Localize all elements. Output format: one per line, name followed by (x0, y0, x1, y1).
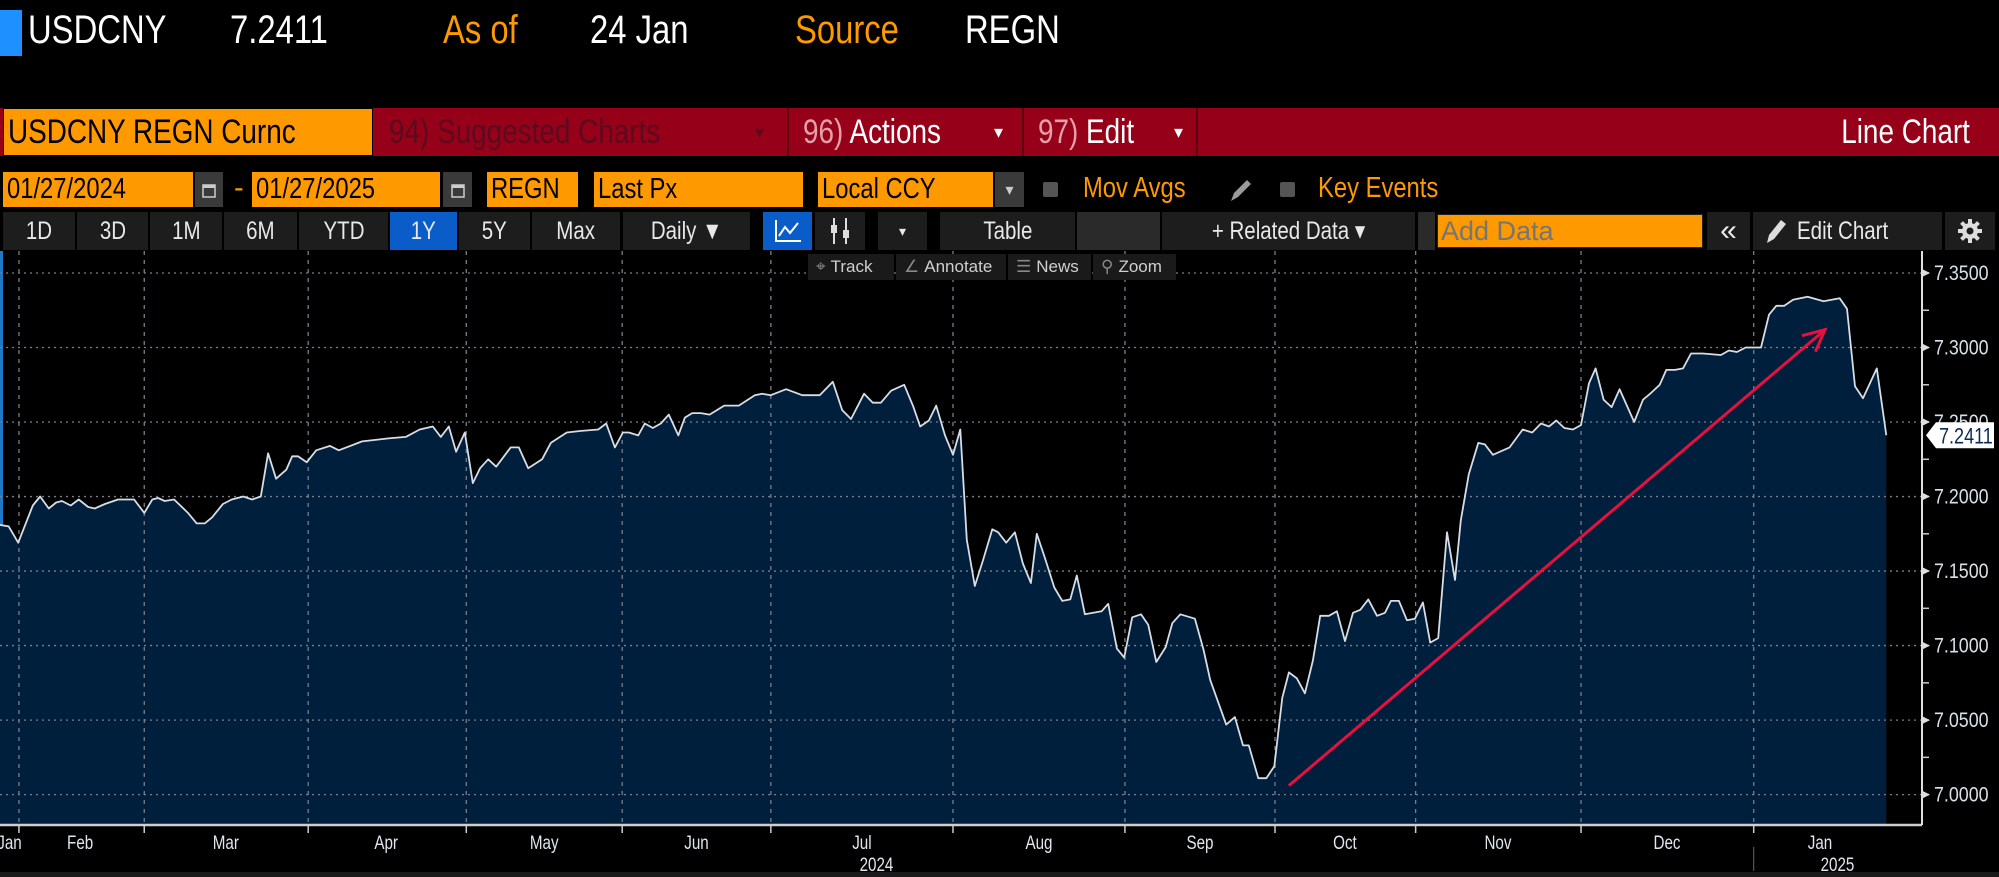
y-tick-label: 7.1500 (1934, 560, 1989, 584)
y-tick-label: 7.1000 (1934, 634, 1989, 658)
x-month-label: Jan (0, 831, 22, 853)
price-area (0, 296, 1887, 825)
news-button[interactable]: ☰ News (1008, 254, 1091, 280)
x-month-label: Apr (374, 831, 398, 853)
track-button[interactable]: ⌖ Track (808, 254, 894, 280)
zoom-label: Zoom (1118, 257, 1162, 276)
y-tick-label: 7.3000 (1934, 336, 1989, 360)
x-month-label: Jul (852, 831, 871, 853)
y-tick-label: 7.0500 (1934, 709, 1989, 733)
x-month-label: Oct (1333, 831, 1357, 853)
y-tick-label: 7.0000 (1934, 783, 1989, 807)
y-tick-marker (1922, 418, 1930, 427)
track-label: Track (830, 257, 873, 276)
zoom-button[interactable]: ⚲ Zoom (1093, 254, 1176, 280)
crosshair-icon: ⌖ (816, 257, 826, 276)
last-value-label: 7.2411 (1939, 425, 1993, 449)
annotate-label: Annotate (924, 257, 993, 276)
x-month-label: Jun (684, 831, 708, 853)
y-tick-marker (1922, 790, 1930, 799)
x-month-label: Mar (213, 831, 239, 853)
x-month-label: Jan (1808, 831, 1832, 853)
y-tick-label: 7.2000 (1934, 485, 1989, 509)
x-month-label: Feb (67, 831, 93, 853)
x-month-label: Dec (1653, 831, 1680, 853)
annotate-button[interactable]: ∠ Annotate (896, 254, 1006, 280)
y-tick-marker (1922, 641, 1930, 650)
bottom-strip (0, 872, 1999, 877)
x-month-label: Nov (1484, 831, 1511, 853)
pen-icon: ∠ (904, 257, 920, 276)
y-tick-marker (1922, 567, 1930, 576)
x-month-label: May (530, 831, 559, 853)
price-chart[interactable]: 7.00007.05007.10007.15007.20007.25007.30… (0, 0, 1999, 877)
y-tick-label: 7.3500 (1934, 262, 1989, 286)
y-tick-marker (1922, 716, 1930, 725)
news-icon: ☰ (1016, 257, 1032, 276)
x-month-label: Sep (1186, 831, 1213, 853)
y-tick-marker (1922, 343, 1930, 352)
x-month-label: Aug (1025, 831, 1052, 853)
magnifier-icon: ⚲ (1101, 257, 1114, 276)
news-label: News (1036, 257, 1079, 276)
y-tick-marker (1922, 269, 1930, 277)
y-tick-marker (1922, 492, 1930, 501)
